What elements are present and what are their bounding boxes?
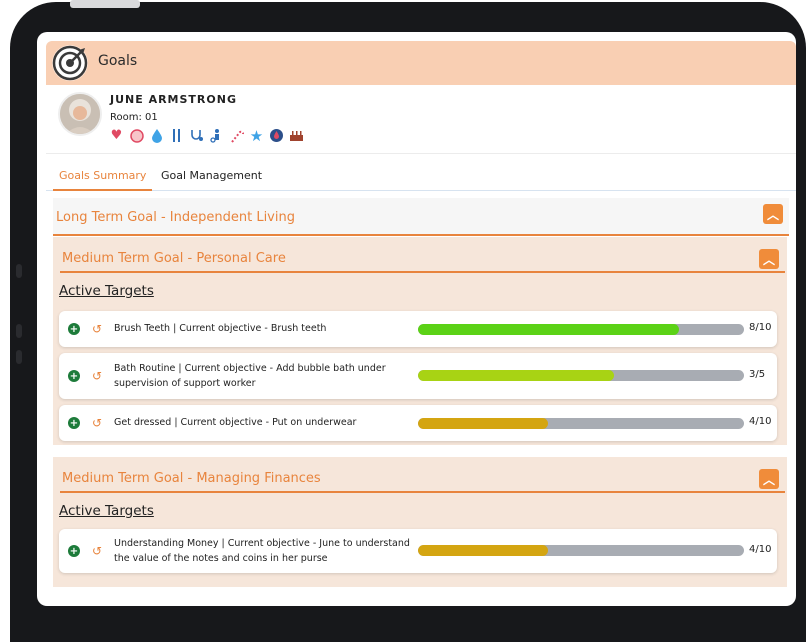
add-icon[interactable]: +: [68, 370, 80, 382]
divider: [60, 491, 785, 493]
tab-goals-summary[interactable]: Goals Summary: [52, 169, 153, 191]
history-icon[interactable]: ↺: [90, 544, 104, 558]
target-description: Get dressed | Current objective - Put on…: [114, 417, 357, 428]
progress-bar: [418, 418, 744, 429]
divider: [60, 271, 785, 273]
star-icon[interactable]: ★: [248, 127, 265, 145]
collapse-button[interactable]: ︿: [763, 204, 783, 224]
target-description: Brush Teeth | Current objective - Brush …: [114, 323, 327, 334]
side-button: [16, 264, 22, 278]
progress-bar: [418, 370, 744, 381]
medium-goal-title: Medium Term Goal - Managing Finances: [62, 471, 321, 486]
blood-icon[interactable]: [268, 127, 285, 144]
long-term-goal-header[interactable]: Long Term Goal - Independent Living ︿: [53, 198, 789, 236]
chevron-up-icon: ︿: [766, 207, 779, 222]
progress-fill: [418, 324, 679, 335]
progress-bar: [418, 324, 744, 335]
chevron-up-icon: ︿: [762, 252, 775, 267]
resident-name: JUNE ARMSTRONG: [110, 93, 237, 106]
progress-count: 3/5: [749, 369, 766, 380]
collapse-button[interactable]: ︿: [759, 249, 779, 269]
progress-count: 8/10: [749, 322, 772, 333]
progress-fill: [418, 370, 614, 381]
page-title: Goals: [98, 53, 138, 69]
progress-count: 4/10: [749, 416, 772, 427]
candy-cane-icon[interactable]: [228, 127, 245, 144]
long-term-goal-title: Long Term Goal - Independent Living: [56, 210, 295, 225]
target-row: + ↺ Understanding Money | Current object…: [59, 529, 777, 573]
target-row: + ↺ Bath Routine | Current objective - A…: [59, 353, 777, 399]
medium-goal-title: Medium Term Goal - Personal Care: [62, 251, 286, 266]
cutlery-icon[interactable]: [168, 127, 185, 144]
water-drop-icon[interactable]: [148, 127, 165, 144]
history-icon[interactable]: ↺: [90, 369, 104, 383]
tab-goal-management[interactable]: Goal Management: [161, 169, 262, 182]
history-icon[interactable]: ↺: [90, 322, 104, 336]
target-description: Understanding Money | Current objective …: [114, 538, 410, 564]
target-description: Bath Routine | Current objective - Add b…: [114, 363, 386, 389]
resident-room: Room: 01: [110, 112, 158, 123]
progress-fill: [418, 418, 549, 429]
add-icon[interactable]: +: [68, 417, 80, 429]
active-targets-heading: Active Targets: [59, 283, 154, 299]
target-row: + ↺ Get dressed | Current objective - Pu…: [59, 405, 777, 441]
stethoscope-icon[interactable]: [188, 127, 205, 144]
cake-icon[interactable]: [288, 127, 305, 144]
tab-bar: Goals Summary Goal Management: [46, 162, 796, 191]
avatar[interactable]: [58, 92, 102, 136]
side-button: [16, 324, 22, 338]
active-targets-heading: Active Targets: [59, 503, 154, 519]
status-icons: ♥ ★: [108, 127, 305, 145]
mobility-icon[interactable]: [208, 127, 225, 144]
add-icon[interactable]: +: [68, 545, 80, 557]
target-row: + ↺ Brush Teeth | Current objective - Br…: [59, 311, 777, 347]
target-icon: [52, 45, 88, 81]
app-header: Goals: [46, 41, 796, 85]
heart-icon[interactable]: ♥: [108, 127, 125, 144]
progress-count: 4/10: [749, 544, 772, 555]
add-icon[interactable]: +: [68, 323, 80, 335]
history-icon[interactable]: ↺: [90, 416, 104, 430]
circle-icon[interactable]: [128, 127, 145, 144]
chevron-up-icon: ︿: [762, 472, 775, 487]
progress-fill: [418, 545, 549, 556]
app-screen: Goals JUNE ARMSTRONG Room: 01 ♥ ★ Goals …: [37, 32, 796, 606]
medium-goal-section: Medium Term Goal - Managing Finances ︿ A…: [53, 457, 787, 587]
medium-goal-section: Medium Term Goal - Personal Care ︿ Activ…: [53, 237, 787, 445]
side-button: [16, 350, 22, 364]
collapse-button[interactable]: ︿: [759, 469, 779, 489]
progress-bar: [418, 545, 744, 556]
resident-profile: JUNE ARMSTRONG Room: 01 ♥ ★: [46, 85, 796, 154]
